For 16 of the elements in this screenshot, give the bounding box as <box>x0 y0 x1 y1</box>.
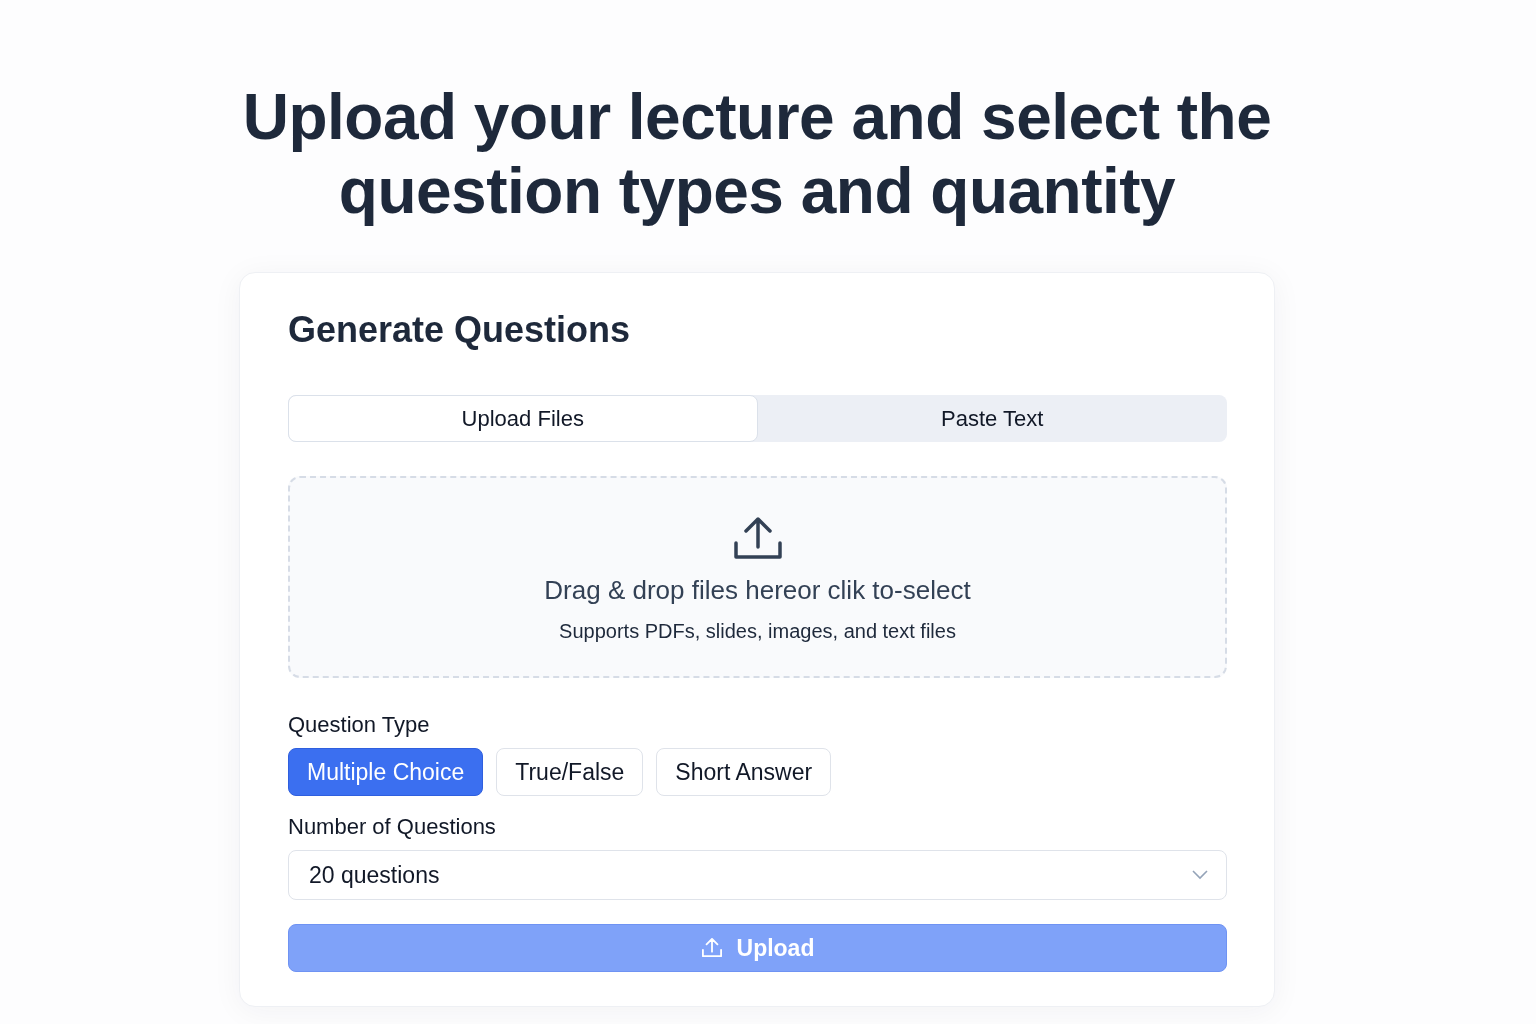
question-type-option[interactable]: Short Answer <box>656 748 832 796</box>
upload-icon <box>700 938 723 958</box>
question-type-option[interactable]: True/False <box>496 748 644 796</box>
field-label: Number of Questions <box>288 814 497 840</box>
tab[interactable]: Upload Files <box>288 395 758 442</box>
page-heading: Upload your lecture and select the question types and quantity <box>241 80 1273 228</box>
field-label: Question Type <box>288 712 431 738</box>
question-type-option[interactable]: Multiple Choice <box>288 748 484 796</box>
card-title: Generate Questions <box>288 309 632 351</box>
drop-zone-hint: Supports PDFs, slides, images, and text files <box>559 620 956 643</box>
quantity-dropdown[interactable]: 20 questions <box>288 850 1227 900</box>
chevron-down-icon <box>1192 870 1208 880</box>
tab[interactable]: Paste Text <box>757 395 1227 442</box>
drop-zone-text: Drag & drop files hereor clik to-select <box>544 575 971 606</box>
drop-zone[interactable]: Drag & drop files hereor clik to-select Supports PDFs, slides, images, and text files <box>288 476 1227 678</box>
upload-icon <box>732 517 783 561</box>
